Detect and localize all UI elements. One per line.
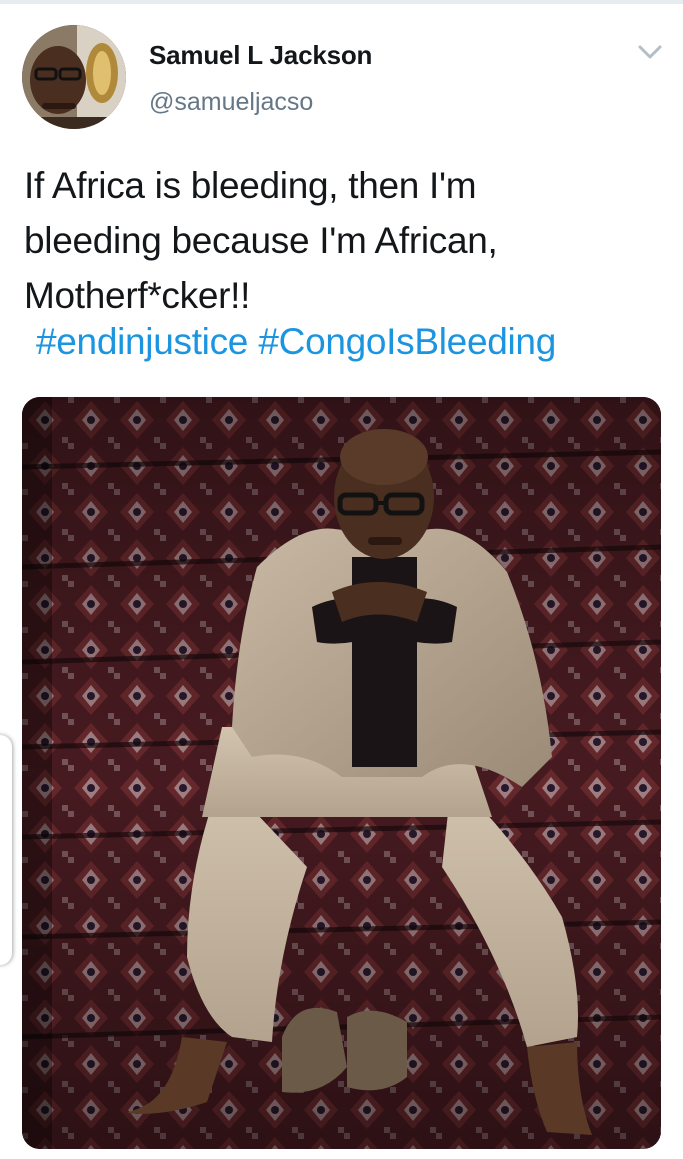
top-divider [0,0,683,4]
author-handle[interactable]: @samueljacso [149,88,313,117]
hashtag-row: #endinjustice #CongoIsBleeding [36,314,556,369]
hashtag-link[interactable]: #endinjustice [36,321,248,362]
photo-image [22,397,661,1149]
author-avatar[interactable] [22,25,126,129]
side-drawer-handle[interactable] [0,735,12,965]
author-display-name[interactable]: Samuel L Jackson [149,40,372,71]
tweet-text-line: If Africa is bleeding, then I'm [24,165,477,206]
avatar-photo [22,25,126,129]
chevron-down-icon[interactable] [636,42,664,62]
hashtag-link[interactable]: #CongoIsBleeding [258,321,556,362]
tweet-text: If Africa is bleeding, then I'm bleeding… [24,158,664,323]
tweet-text-line: bleeding because I'm African, [24,220,498,261]
tweet-photo[interactable] [22,397,661,1149]
